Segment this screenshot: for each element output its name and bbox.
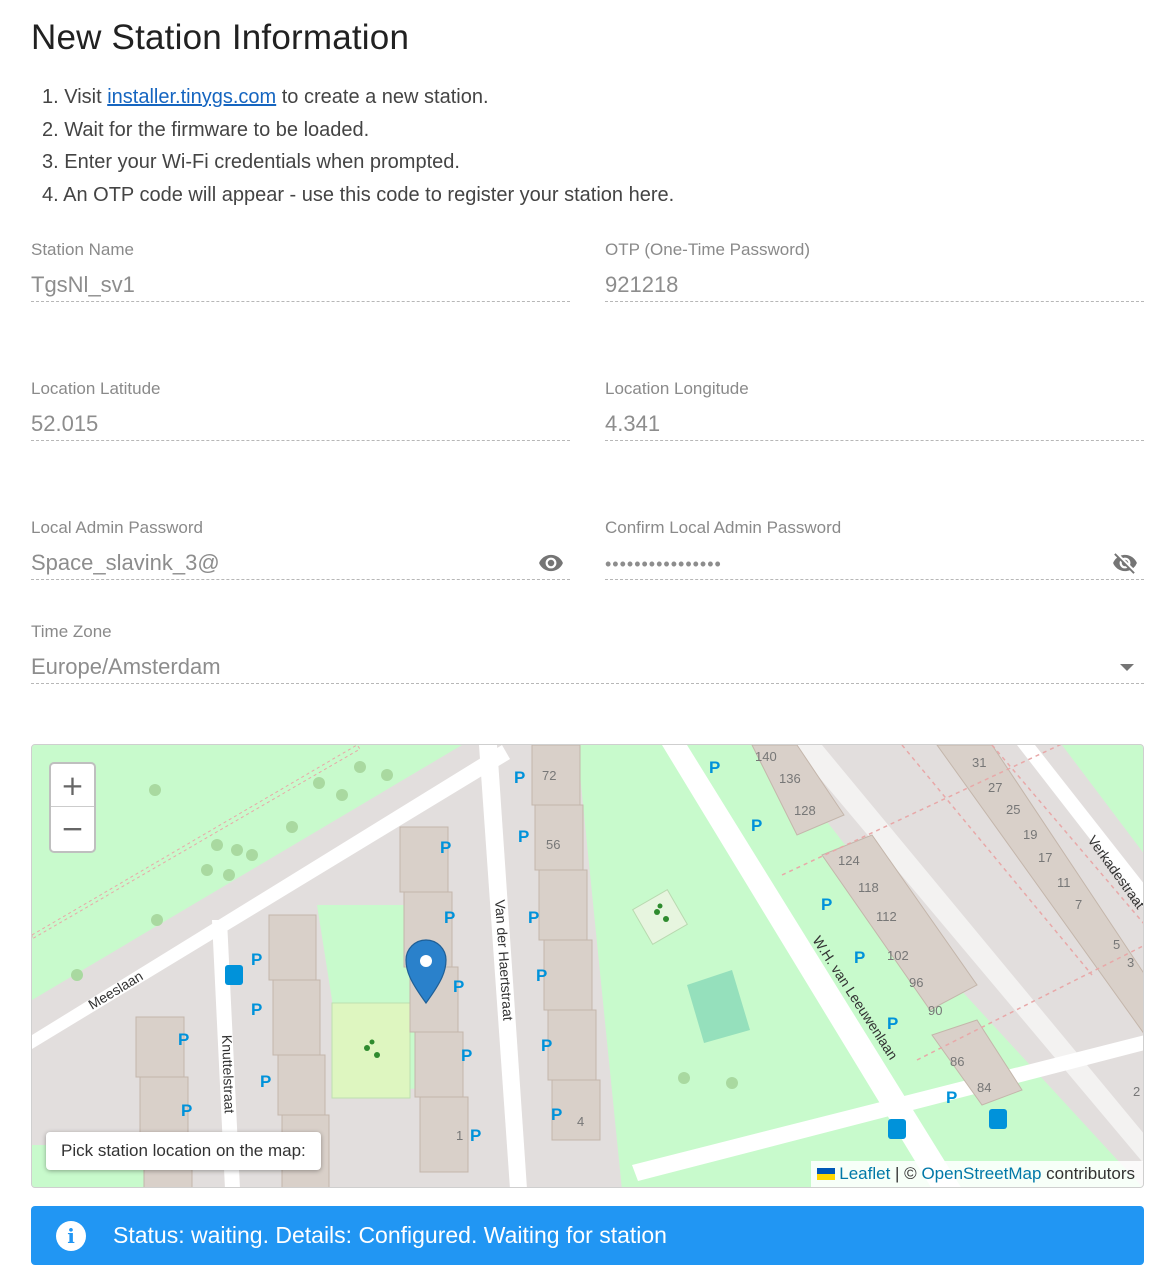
parking-icon: P — [946, 1088, 957, 1107]
eye-icon[interactable] — [534, 550, 568, 576]
parking-icon: P — [461, 1046, 472, 1065]
station-name-field[interactable]: Station Name TgsNl_sv1 — [31, 240, 570, 302]
parking-icon: P — [709, 758, 720, 777]
playground-icon — [364, 1045, 370, 1051]
house-number: 11 — [1057, 875, 1071, 890]
parking-icon: P — [854, 948, 865, 967]
leaflet-link[interactable]: Leaflet — [839, 1164, 890, 1183]
longitude-label: Location Longitude — [605, 379, 749, 398]
admin-password-field[interactable]: Local Admin Password Space_slavink_3@ — [31, 518, 570, 580]
zoom-control: + − — [49, 762, 96, 853]
parking-icon: P — [536, 966, 547, 985]
station-name-input[interactable]: TgsNl_sv1 — [31, 270, 570, 302]
parking-icon: P — [887, 1014, 898, 1033]
parking-icon: P — [260, 1072, 271, 1091]
parking-icon: P — [518, 827, 529, 846]
parking-icon: P — [181, 1101, 192, 1120]
house-number: 90 — [928, 1003, 942, 1018]
dropdown-arrow-icon[interactable] — [1120, 664, 1134, 671]
house-number: 5 — [1113, 937, 1120, 952]
new-station-page: New Station Information 1. Visit install… — [0, 0, 1153, 1280]
parking-icon: P — [528, 908, 539, 927]
parking-icon: P — [551, 1105, 562, 1124]
instructions-list: 1. Visit installer.tinygs.com to create … — [42, 82, 674, 212]
page-title: New Station Information — [31, 18, 410, 57]
parking-icon: P — [453, 977, 464, 996]
admin-password-input[interactable]: Space_slavink_3@ — [31, 548, 570, 580]
instruction-step-2: 2. Wait for the firmware to be loaded. — [42, 118, 370, 141]
house-number: 72 — [542, 768, 556, 783]
parking-icon: P — [251, 1000, 262, 1019]
status-alert: i Status: waiting. Details: Configured. … — [31, 1206, 1144, 1265]
instruction-step-4: 4. An OTP code will appear - use this co… — [42, 183, 675, 206]
eye-off-icon[interactable] — [1108, 550, 1142, 576]
otp-field[interactable]: OTP (One-Time Password) 921218 — [605, 240, 1144, 302]
time-zone-field[interactable]: Time Zone Europe/Amsterdam — [31, 622, 1144, 684]
charging-station-icon — [888, 1119, 906, 1139]
house-number: 27 — [988, 780, 1002, 795]
time-zone-select[interactable]: Europe/Amsterdam — [31, 652, 1144, 684]
installer-link[interactable]: installer.tinygs.com — [107, 86, 276, 108]
admin-password-label: Local Admin Password — [31, 518, 203, 537]
zoom-out-button[interactable]: − — [51, 807, 94, 850]
map-tiles[interactable]: Meeslaan Knuttelstraat Van der Haertstra… — [32, 745, 1144, 1188]
street-label-knuttelstraat: Knuttelstraat — [219, 1035, 238, 1114]
confirm-password-field[interactable]: Confirm Local Admin Password •••••••••••… — [605, 518, 1144, 580]
ukraine-flag-icon — [817, 1168, 836, 1180]
parking-icon: P — [821, 895, 832, 914]
instruction-step-3: 3. Enter your Wi-Fi credentials when pro… — [42, 151, 460, 174]
house-number: 25 — [1006, 802, 1020, 817]
house-number: 56 — [546, 837, 560, 852]
house-number: 19 — [1023, 827, 1037, 842]
openstreetmap-link[interactable]: OpenStreetMap — [921, 1164, 1041, 1183]
parking-icon: P — [251, 950, 262, 969]
location-map[interactable]: Meeslaan Knuttelstraat Van der Haertstra… — [31, 744, 1144, 1188]
house-number: 86 — [950, 1054, 964, 1069]
house-number: 128 — [794, 803, 816, 818]
house-number: 136 — [779, 771, 801, 786]
status-text: Status: waiting. Details: Configured. Wa… — [113, 1222, 667, 1248]
time-zone-label: Time Zone — [31, 622, 112, 641]
map-attribution: Leaflet | © OpenStreetMap contributors — [811, 1161, 1143, 1187]
house-number: 1 — [456, 1128, 463, 1143]
parking-icon: P — [444, 908, 455, 927]
map-hint-tooltip: Pick station location on the map: — [46, 1132, 321, 1170]
parking-icon: P — [470, 1126, 481, 1145]
house-number: 112 — [876, 909, 897, 924]
station-name-label: Station Name — [31, 240, 134, 259]
house-number: 7 — [1075, 897, 1082, 912]
instruction-step-1: 1. Visit installer.tinygs.com to create … — [42, 86, 489, 108]
parking-icon: P — [178, 1030, 189, 1049]
otp-input[interactable]: 921218 — [605, 270, 1144, 302]
parking-icon: P — [751, 816, 762, 835]
longitude-field[interactable]: Location Longitude 4.341 — [605, 379, 1144, 441]
info-icon: i — [56, 1221, 86, 1251]
parking-icon: P — [440, 838, 451, 857]
confirm-password-input[interactable]: •••••••••••••••• — [605, 548, 1144, 580]
house-number: 4 — [577, 1114, 584, 1129]
house-number: 31 — [972, 755, 986, 770]
house-number: 96 — [909, 975, 923, 990]
charging-station-icon — [989, 1109, 1007, 1129]
house-number: 2 — [1133, 1084, 1140, 1099]
house-number: 3 — [1127, 955, 1134, 970]
longitude-input[interactable]: 4.341 — [605, 409, 1144, 441]
latitude-field[interactable]: Location Latitude 52.015 — [31, 379, 570, 441]
otp-label: OTP (One-Time Password) — [605, 240, 810, 259]
latitude-input[interactable]: 52.015 — [31, 409, 570, 441]
house-number: 84 — [977, 1080, 991, 1095]
house-number: 102 — [887, 948, 909, 963]
parking-icon: P — [541, 1036, 552, 1055]
latitude-label: Location Latitude — [31, 379, 161, 398]
parking-icon: P — [514, 768, 525, 787]
house-number: 118 — [858, 880, 879, 895]
confirm-password-label: Confirm Local Admin Password — [605, 518, 842, 537]
zoom-in-button[interactable]: + — [51, 764, 94, 807]
charging-station-icon — [225, 965, 243, 985]
house-number: 17 — [1038, 850, 1052, 865]
house-number: 124 — [838, 853, 860, 868]
house-number: 140 — [755, 749, 777, 764]
